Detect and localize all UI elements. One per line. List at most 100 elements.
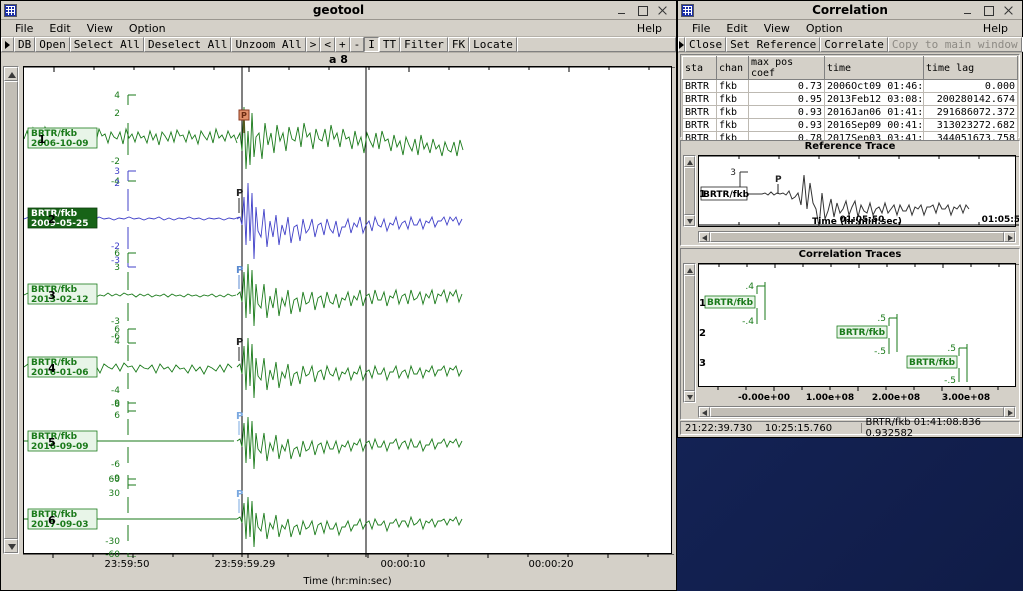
application-icon [681, 3, 694, 17]
scroll-left-icon[interactable] [699, 407, 710, 417]
maximize-icon[interactable] [637, 5, 648, 16]
menu-file[interactable]: File [684, 21, 718, 36]
open-button[interactable]: Open [35, 37, 70, 52]
scroll-left-icon[interactable] [699, 232, 710, 242]
menu-option[interactable]: Option [798, 21, 851, 36]
scroll-down-icon[interactable] [684, 215, 695, 226]
cell-time: 2016Jan06 01:41:08 [824, 105, 924, 119]
col-time[interactable]: time [824, 56, 924, 80]
svg-text:1: 1 [699, 298, 706, 309]
svg-text:BRTR/fkb: BRTR/fkb [909, 358, 956, 368]
svg-text:-.5: -.5 [874, 347, 886, 357]
col-max-pos-coef[interactable]: max pos coef [748, 56, 825, 80]
cell-sta: BRTR [682, 118, 717, 132]
unzoom-all-button[interactable]: Unzoom All [231, 37, 306, 52]
svg-text:-.5: -.5 [944, 376, 956, 386]
toolbar-expand-arrow-icon[interactable] [678, 37, 685, 52]
correlation-traces-plot[interactable]: .4 -.4 BRTR/fkb 1 .5 -.5 BRTR/fkb 2 .5 -… [698, 263, 1019, 388]
table-row[interactable]: BRTRfkb0.932016Jan06 01:41:08291686072.3… [682, 105, 1018, 119]
vertical-scroll-thumb[interactable] [684, 167, 695, 215]
reference-vertical-scrollbar[interactable] [683, 155, 696, 227]
minimize-icon[interactable] [617, 5, 628, 16]
db-button[interactable]: DB [14, 37, 36, 52]
svg-text:4: 4 [114, 337, 120, 347]
maximize-icon[interactable] [983, 5, 994, 16]
menu-option[interactable]: Option [121, 21, 174, 36]
svg-text:2: 2 [699, 328, 706, 339]
minimize-icon[interactable] [963, 5, 974, 16]
zoom-in-button[interactable]: + [334, 37, 350, 52]
tt-button[interactable]: TT [378, 37, 401, 52]
menu-view[interactable]: View [79, 21, 121, 36]
correlation-results-table[interactable]: sta chan max pos coef time time lag BRTR… [680, 54, 1020, 145]
traces-vertical-scrollbar[interactable] [683, 263, 696, 403]
previous-button[interactable]: < [320, 37, 335, 52]
menu-view[interactable]: View [756, 21, 798, 36]
svg-text:-.4: -.4 [742, 317, 754, 327]
fk-button[interactable]: FK [447, 37, 470, 52]
table-row[interactable]: BRTRfkb0.952013Feb12 03:08:59200280142.6… [682, 92, 1018, 106]
svg-text:P: P [775, 175, 782, 185]
close-icon[interactable] [657, 5, 668, 16]
select-all-button[interactable]: Select All [69, 37, 144, 52]
svg-text:-6: -6 [111, 460, 120, 470]
menu-file[interactable]: File [7, 21, 41, 36]
waveform-canvas[interactable]: 4 2 -2 -4 BRTR/fkb 2006-10-09 1 P 3 2 -2… [24, 67, 675, 557]
horizontal-scroll-thumb[interactable] [710, 232, 1004, 242]
correlation-statusbar: 21:22:39.730 10:25:15.760 BRTR/fkb 01:41… [680, 417, 1020, 439]
svg-text:.4: .4 [745, 282, 754, 292]
scroll-right-icon[interactable] [1004, 407, 1015, 417]
svg-text:4: 4 [48, 362, 56, 375]
menu-edit[interactable]: Edit [41, 21, 78, 36]
scroll-down-icon[interactable] [4, 539, 18, 553]
toolbar-expand-arrow-icon[interactable] [1, 37, 14, 52]
svg-text:3: 3 [114, 167, 120, 177]
cursor-tool-button[interactable]: I [364, 37, 379, 52]
locate-button[interactable]: Locate [469, 37, 517, 52]
svg-text:P: P [236, 411, 243, 422]
close-icon[interactable] [1003, 5, 1014, 16]
correlation-body: sta chan max pos coef time time lag BRTR… [678, 54, 1022, 439]
menu-help[interactable]: Help [975, 21, 1016, 36]
next-button[interactable]: > [305, 37, 321, 52]
cell-lag: 313023272.682 [923, 118, 1018, 132]
close-button[interactable]: Close [685, 37, 727, 52]
correlate-button[interactable]: Correlate [820, 37, 888, 52]
scroll-down-icon[interactable] [684, 391, 695, 402]
vertical-scroll-thumb[interactable] [684, 275, 695, 391]
filter-button[interactable]: Filter [400, 37, 448, 52]
reference-horizontal-scrollbar[interactable] [698, 231, 1016, 243]
waveform-plot[interactable]: 4 2 -2 -4 BRTR/fkb 2006-10-09 1 P 3 2 -2… [23, 66, 675, 557]
horizontal-scroll-thumb[interactable] [710, 407, 1004, 417]
svg-text:P: P [236, 489, 243, 500]
col-sta[interactable]: sta [682, 56, 717, 80]
geotool-titlebar[interactable]: geotool [1, 1, 676, 20]
correlation-titlebar[interactable]: Correlation [678, 1, 1022, 20]
scroll-right-icon[interactable] [1004, 232, 1015, 242]
svg-text:.5: .5 [947, 344, 956, 354]
cell-chan: fkb [716, 118, 749, 132]
scroll-up-icon[interactable] [4, 67, 18, 81]
menu-help[interactable]: Help [629, 21, 670, 36]
col-chan[interactable]: chan [716, 56, 749, 80]
col-time-lag[interactable]: time lag [923, 56, 1018, 80]
menu-edit[interactable]: Edit [718, 21, 755, 36]
scroll-up-icon[interactable] [684, 156, 695, 167]
geotool-body: a 8 4 2 -2 -4 BRTR/fkb 2006-10-09 1 P 3 … [1, 54, 676, 590]
waveform-xaxis: 23:59:50 23:59:59.29 00:00:10 00:00:20 [23, 554, 674, 576]
vertical-scroll-thumb[interactable] [4, 81, 18, 539]
zoom-out-button[interactable]: - [349, 37, 365, 52]
correlation-traces-canvas[interactable]: .4 -.4 BRTR/fkb 1 .5 -.5 BRTR/fkb 2 .5 -… [699, 264, 1019, 388]
set-reference-button[interactable]: Set Reference [726, 37, 821, 52]
waveform-vertical-scrollbar[interactable] [3, 66, 19, 554]
cell-chan: fkb [716, 92, 749, 106]
table-row[interactable]: BRTRfkb0.932016Sep09 00:41:09313023272.6… [682, 118, 1018, 132]
cell-sta: BRTR [682, 105, 717, 119]
cell-lag: 200280142.674 [923, 92, 1018, 106]
scroll-up-icon[interactable] [684, 264, 695, 275]
reference-trace-title: Reference Trace [681, 141, 1019, 153]
svg-text:P: P [236, 337, 243, 348]
cell-time: 2006Oct09 01:46:36 [824, 79, 924, 93]
deselect-all-button[interactable]: Deselect All [143, 37, 232, 52]
table-row[interactable]: BRTRfkb0.732006Oct09 01:46:360.000 [682, 79, 1018, 93]
